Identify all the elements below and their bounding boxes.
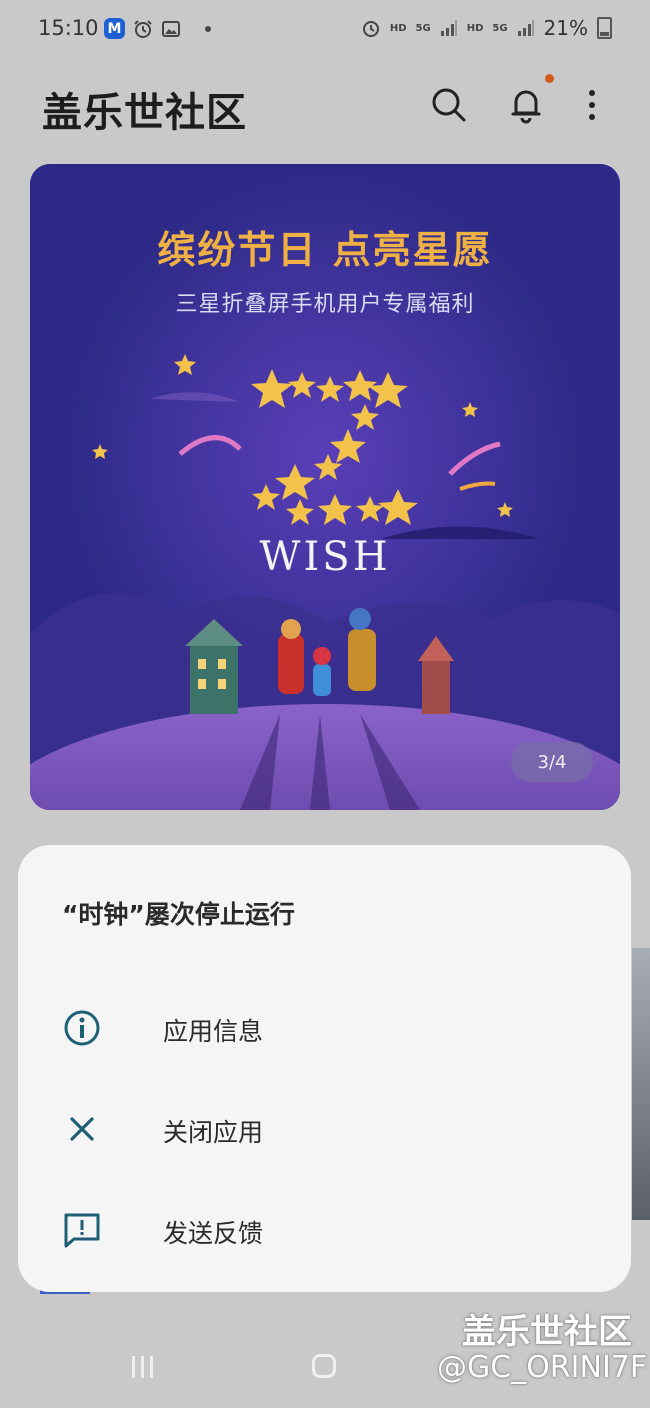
close-icon xyxy=(70,1117,94,1141)
battery-percent: 21% xyxy=(543,16,588,40)
search-icon[interactable] xyxy=(430,86,466,124)
banner-headline: 缤纷节日 点亮星愿 xyxy=(157,228,493,272)
alarm-status-icon xyxy=(362,21,379,37)
send-feedback-option[interactable]: 发送反馈 xyxy=(18,1190,631,1270)
watermark-handle: @GC_ORINI7F xyxy=(437,1350,648,1385)
status-time: 15:10 xyxy=(38,16,99,40)
app-title: 盖乐世社区 xyxy=(42,90,247,136)
promo-banner[interactable]: 缤纷节日 点亮星愿 三星折叠屏手机用户专属福利 WISH 3/4 xyxy=(30,164,620,810)
app-notification-icon: M xyxy=(104,18,125,39)
more-notifications-dot xyxy=(205,25,211,32)
feedback-icon xyxy=(64,1213,100,1248)
network-type-2: 5G xyxy=(492,22,508,34)
hd-indicator-1: HD xyxy=(389,22,407,34)
notification-icons: M xyxy=(104,18,211,39)
watermark-title: 盖乐世社区 xyxy=(462,1312,632,1352)
content-image-peek xyxy=(632,948,650,1220)
gallery-icon xyxy=(162,20,180,37)
signal-icon-2 xyxy=(517,20,534,36)
info-icon xyxy=(64,1010,100,1046)
hd-indicator-2: HD xyxy=(466,22,484,34)
alarm-icon xyxy=(134,19,152,38)
status-bar: 15:10 M HD 5G HD 5G 21% xyxy=(0,0,650,62)
close-app-label: 关闭应用 xyxy=(163,1118,264,1147)
dialog-title: “时钟”屡次停止运行 xyxy=(62,900,295,929)
home-button[interactable] xyxy=(312,1354,336,1378)
banner-subtitle: 三星折叠屏手机用户专属福利 xyxy=(175,292,475,317)
network-type-1: 5G xyxy=(415,22,431,34)
system-status: HD 5G HD 5G 21% xyxy=(361,16,612,40)
more-vert-icon[interactable] xyxy=(574,86,610,124)
app-crash-dialog: “时钟”屡次停止运行 应用信息 关闭应用 发送反馈 xyxy=(18,845,631,1292)
close-app-option[interactable]: 关闭应用 xyxy=(18,1089,631,1169)
signal-icon-1 xyxy=(440,20,457,36)
battery-icon xyxy=(597,17,612,39)
notification-badge xyxy=(545,74,554,83)
recents-button[interactable] xyxy=(130,1356,156,1378)
bell-icon[interactable] xyxy=(508,86,544,124)
banner-wish-text: WISH xyxy=(259,534,391,580)
banner-page-indicator: 3/4 xyxy=(511,742,593,782)
app-info-label: 应用信息 xyxy=(163,1017,264,1046)
send-feedback-label: 发送反馈 xyxy=(163,1219,264,1248)
app-info-option[interactable]: 应用信息 xyxy=(18,988,631,1068)
